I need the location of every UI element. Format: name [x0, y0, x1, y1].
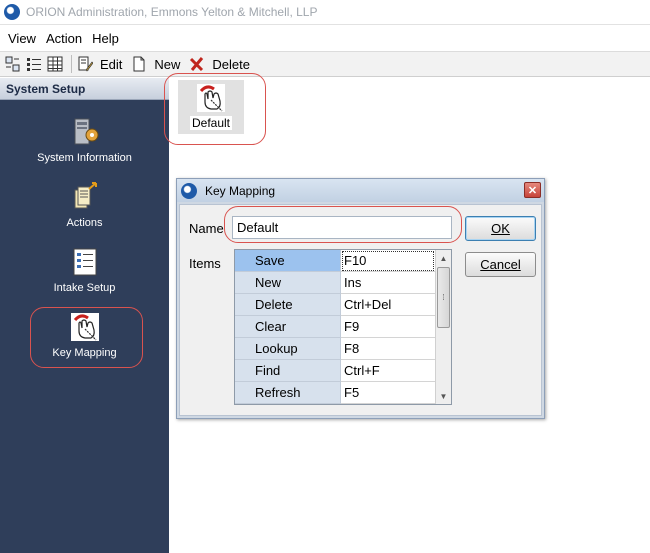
list-view-icon[interactable] — [25, 55, 43, 73]
sidebar-item-actions[interactable]: Actions — [0, 180, 169, 240]
name-label: Name — [189, 221, 224, 236]
edit-label: Edit — [100, 56, 123, 72]
key-cell[interactable]: F8 — [341, 338, 435, 360]
ok-label: OK — [491, 221, 510, 236]
large-icons-view-icon[interactable] — [4, 55, 22, 73]
table-row[interactable]: Clear F9 — [235, 316, 435, 338]
dialog-title-bar[interactable]: Key Mapping — [177, 179, 544, 202]
key-mapping-icon — [195, 82, 227, 114]
scroll-down-arrow-icon[interactable]: ▼ — [436, 388, 451, 404]
sidebar-item-label: Actions — [66, 217, 103, 229]
action-cell[interactable]: Delete — [235, 294, 341, 316]
sidebar: System Setup System Information Actions … — [0, 78, 169, 553]
table-row[interactable]: Find Ctrl+F — [235, 360, 435, 382]
title-bar: ORION Administration, Emmons Yelton & Mi… — [0, 0, 650, 25]
table-row[interactable]: New Ins — [235, 272, 435, 294]
edit-icon — [76, 55, 94, 73]
dialog-body: Name Items Save F10 New Ins Delete Ctrl+… — [179, 204, 542, 416]
sidebar-item-label: Key Mapping — [52, 347, 117, 359]
action-cell[interactable]: Save — [235, 250, 341, 272]
key-cell[interactable]: F9 — [341, 316, 435, 338]
action-cell[interactable]: New — [235, 272, 341, 294]
sidebar-item-key-mapping[interactable]: Key Mapping — [0, 310, 169, 370]
sidebar-header: System Setup — [0, 78, 169, 100]
system-information-icon — [68, 115, 102, 149]
action-cell[interactable]: Refresh — [235, 382, 341, 404]
table-row[interactable]: Delete Ctrl+Del — [235, 294, 435, 316]
new-button[interactable]: New — [130, 55, 180, 73]
sidebar-item-system-information[interactable]: System Information — [0, 115, 169, 175]
menu-bar: View Action Help — [0, 26, 650, 50]
new-document-icon — [130, 55, 148, 73]
toolbar-separator — [71, 55, 72, 73]
window-title: ORION Administration, Emmons Yelton & Mi… — [26, 5, 318, 19]
action-cell[interactable]: Lookup — [235, 338, 341, 360]
close-icon[interactable]: ✕ — [524, 182, 541, 198]
scroll-up-arrow-icon[interactable]: ▲ — [436, 250, 451, 266]
tile-label: Default — [189, 116, 233, 130]
edit-button[interactable]: Edit — [76, 55, 122, 73]
delete-x-icon — [188, 55, 206, 73]
table-row[interactable]: Save F10 — [235, 250, 435, 272]
name-field[interactable] — [232, 216, 452, 239]
key-map-tile-default[interactable]: Default — [178, 80, 244, 134]
details-view-icon[interactable] — [46, 55, 64, 73]
toolbar: Edit New Delete — [0, 51, 650, 77]
items-label: Items — [189, 256, 221, 271]
scroll-thumb[interactable]: ⁞ — [437, 267, 450, 328]
app-logo-icon — [4, 4, 20, 20]
menu-action[interactable]: Action — [41, 31, 87, 46]
table-row[interactable]: Refresh F5 — [235, 382, 435, 404]
menu-help[interactable]: Help — [87, 31, 124, 46]
new-label: New — [154, 56, 181, 72]
sidebar-item-label: System Information — [37, 152, 132, 164]
dialog-app-icon — [181, 182, 197, 199]
key-cell[interactable]: Ctrl+Del — [341, 294, 435, 316]
key-mapping-dialog: Key Mapping ✕ Name Items Save F10 New In… — [176, 178, 545, 419]
key-mapping-icon — [68, 310, 102, 344]
key-cell[interactable]: F10 — [341, 250, 435, 272]
key-cell[interactable]: Ins — [341, 272, 435, 294]
vertical-scrollbar[interactable]: ▲ ⁞ ▼ — [435, 250, 451, 404]
sidebar-item-label: Intake Setup — [53, 282, 116, 294]
delete-button[interactable]: Delete — [188, 55, 250, 73]
action-cell[interactable]: Clear — [235, 316, 341, 338]
ok-button[interactable]: OK — [465, 216, 536, 241]
menu-view[interactable]: View — [3, 31, 41, 46]
key-cell[interactable]: F5 — [341, 382, 435, 404]
delete-label: Delete — [212, 56, 250, 72]
table-row[interactable]: Lookup F8 — [235, 338, 435, 360]
actions-icon — [68, 180, 102, 214]
intake-setup-icon — [68, 245, 102, 279]
sidebar-item-intake-setup[interactable]: Intake Setup — [0, 245, 169, 305]
dialog-title: Key Mapping — [205, 183, 276, 198]
key-mapping-grid[interactable]: Save F10 New Ins Delete Ctrl+Del Clear F… — [234, 249, 452, 405]
action-cell[interactable]: Find — [235, 360, 341, 382]
cancel-button[interactable]: Cancel — [465, 252, 536, 277]
key-cell[interactable]: Ctrl+F — [341, 360, 435, 382]
cancel-label: Cancel — [480, 257, 521, 272]
